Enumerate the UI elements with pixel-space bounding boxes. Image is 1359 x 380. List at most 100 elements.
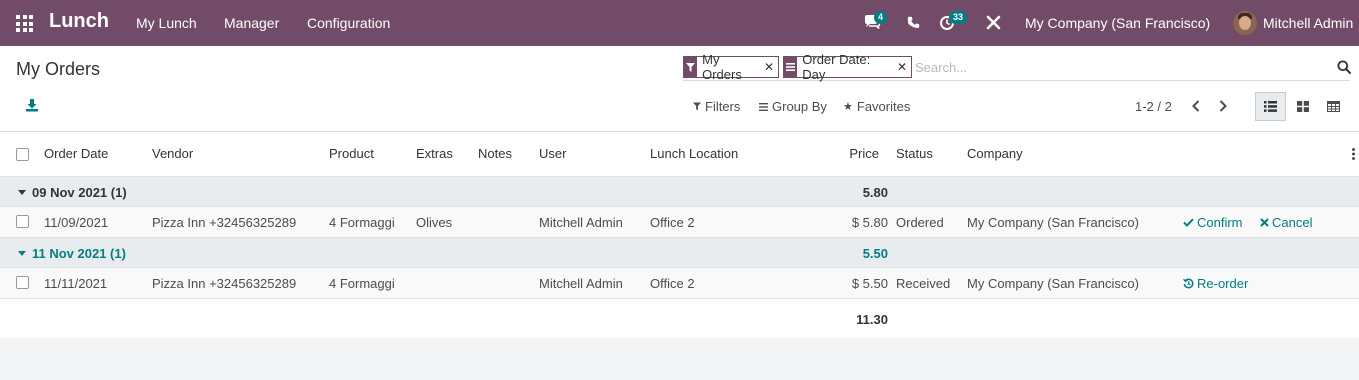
search-bar: My Orders ✕ Order Date: Day ✕ <box>683 52 1351 82</box>
pager-next[interactable] <box>1215 97 1231 115</box>
caret-down-icon <box>18 190 26 195</box>
history-icon <box>1183 278 1194 289</box>
column-order-date[interactable]: Order Date <box>44 146 108 161</box>
star-icon: ★ <box>843 101 853 113</box>
group-by-icon <box>759 102 768 111</box>
company-switcher[interactable]: My Company (San Francisco) <box>1025 15 1210 31</box>
cell-order-date: 11/09/2021 <box>44 215 109 230</box>
facet-value: Order Date: Day <box>802 52 871 82</box>
table-row[interactable]: 11/09/2021 Pizza Inn +32456325289 4 Form… <box>0 207 1359 238</box>
facet-remove-icon[interactable]: ✕ <box>764 60 778 74</box>
user-avatar[interactable] <box>1233 11 1257 35</box>
facet-group-by: Order Date: Day ✕ <box>783 52 912 82</box>
favorites-dropdown[interactable]: ★ Favorites <box>843 99 910 114</box>
control-panel: My Orders My Orders ✕ Order Date: Day ✕ … <box>0 46 1359 132</box>
row-checkbox[interactable] <box>16 276 29 289</box>
voip-phone[interactable] <box>907 16 920 32</box>
column-notes[interactable]: Notes <box>478 146 512 161</box>
cell-vendor: Pizza Inn +32456325289 <box>152 276 297 291</box>
phone-icon <box>907 16 920 28</box>
debug-tools[interactable] <box>986 15 1001 33</box>
column-company[interactable]: Company <box>967 146 1023 161</box>
row-checkbox[interactable] <box>16 215 29 228</box>
column-status[interactable]: Status <box>896 146 933 161</box>
pivot-view-icon <box>1327 101 1340 112</box>
apps-menu-icon[interactable] <box>16 15 33 32</box>
cell-lunch-location: Office 2 <box>650 215 695 230</box>
filters-dropdown[interactable]: Filters <box>693 99 740 114</box>
table-row[interactable]: 11/11/2021 Pizza Inn +32456325289 4 Form… <box>0 268 1359 299</box>
page-title: My Orders <box>16 59 101 79</box>
cell-price: $ 5.50 <box>851 276 888 291</box>
pager-value[interactable]: 1-2 / 2 <box>1135 99 1172 114</box>
cell-order-date: 11/11/2021 <box>44 276 108 291</box>
group-total: 5.50 <box>862 246 888 261</box>
group-row[interactable]: 09 Nov 2021 (1) 5.80 <box>0 177 1359 207</box>
group-label: 09 Nov 2021 (1) <box>18 185 127 200</box>
column-user[interactable]: User <box>539 146 566 161</box>
column-lunch-location[interactable]: Lunch Location <box>650 146 738 161</box>
caret-down-icon <box>18 251 26 256</box>
filter-icon <box>693 102 701 111</box>
cell-vendor: Pizza Inn +32456325289 <box>152 215 297 230</box>
group-total: 5.80 <box>862 185 888 200</box>
group-by-icon <box>784 56 798 78</box>
cell-product: 4 Formaggi <box>329 215 395 230</box>
table-header: Order Date Vendor Product Extras Notes U… <box>0 132 1359 177</box>
group-by-dropdown[interactable]: Group By <box>759 99 827 114</box>
download-icon[interactable] <box>25 98 39 112</box>
pivot-view-button[interactable] <box>1318 92 1349 121</box>
cell-status: Received <box>896 276 951 291</box>
facet-remove-icon[interactable]: ✕ <box>897 60 911 74</box>
activities-count-badge: 33 <box>949 11 968 24</box>
list-view-icon <box>1264 101 1277 112</box>
totals-row: 11.30 <box>0 299 1359 338</box>
top-navbar: Lunch My Lunch Manager Configuration 4 3… <box>0 0 1359 46</box>
cell-product: 4 Formaggi <box>329 276 395 291</box>
column-extras[interactable]: Extras <box>416 146 453 161</box>
kanban-view-button[interactable] <box>1287 92 1318 121</box>
search-icon[interactable] <box>1337 60 1351 74</box>
chevron-right-icon <box>1219 100 1227 112</box>
cell-status: Ordered <box>896 215 944 230</box>
grand-total: 11.30 <box>856 312 888 327</box>
optional-columns-icon[interactable] <box>1352 148 1355 160</box>
cell-extras: Olives <box>416 215 453 230</box>
confirm-button[interactable]: Confirm <box>1183 215 1243 230</box>
group-label: 11 Nov 2021 (1) <box>18 246 126 261</box>
check-icon <box>1183 218 1194 227</box>
search-input[interactable] <box>915 57 1315 77</box>
cell-company: My Company (San Francisco) <box>967 215 1139 230</box>
cell-lunch-location: Office 2 <box>650 276 695 291</box>
kanban-view-icon <box>1296 101 1309 112</box>
facet-filter: My Orders ✕ <box>683 52 779 82</box>
menu-my-lunch[interactable]: My Lunch <box>136 15 197 31</box>
activity-menu[interactable]: 33 <box>939 11 968 34</box>
menu-configuration[interactable]: Configuration <box>307 15 390 31</box>
select-all-checkbox[interactable] <box>16 148 29 161</box>
messages-count-badge: 4 <box>874 11 888 24</box>
list-view-button[interactable] <box>1255 92 1286 121</box>
cancel-button[interactable]: Cancel <box>1260 215 1312 230</box>
cell-user: Mitchell Admin <box>539 215 623 230</box>
group-by-label: Group By <box>772 99 827 114</box>
column-price[interactable]: Price <box>849 146 879 161</box>
reorder-button[interactable]: Re-order <box>1183 276 1248 291</box>
pager-previous[interactable] <box>1188 97 1204 115</box>
group-row[interactable]: 11 Nov 2021 (1) 5.50 <box>0 238 1359 268</box>
column-product[interactable]: Product <box>329 146 374 161</box>
menu-manager[interactable]: Manager <box>224 15 279 31</box>
chevron-left-icon <box>1192 100 1200 112</box>
cell-company: My Company (San Francisco) <box>967 276 1139 291</box>
facet-value: My Orders <box>702 52 742 82</box>
user-menu[interactable]: Mitchell Admin <box>1263 15 1353 31</box>
cell-user: Mitchell Admin <box>539 276 623 291</box>
cell-price: $ 5.80 <box>851 215 888 230</box>
filter-icon <box>684 56 698 78</box>
app-name[interactable]: Lunch <box>49 10 109 33</box>
tools-icon <box>986 15 1001 30</box>
filters-label: Filters <box>705 99 741 114</box>
close-icon <box>1260 218 1269 227</box>
column-vendor[interactable]: Vendor <box>152 146 193 161</box>
messaging-menu[interactable]: 4 <box>863 11 888 34</box>
